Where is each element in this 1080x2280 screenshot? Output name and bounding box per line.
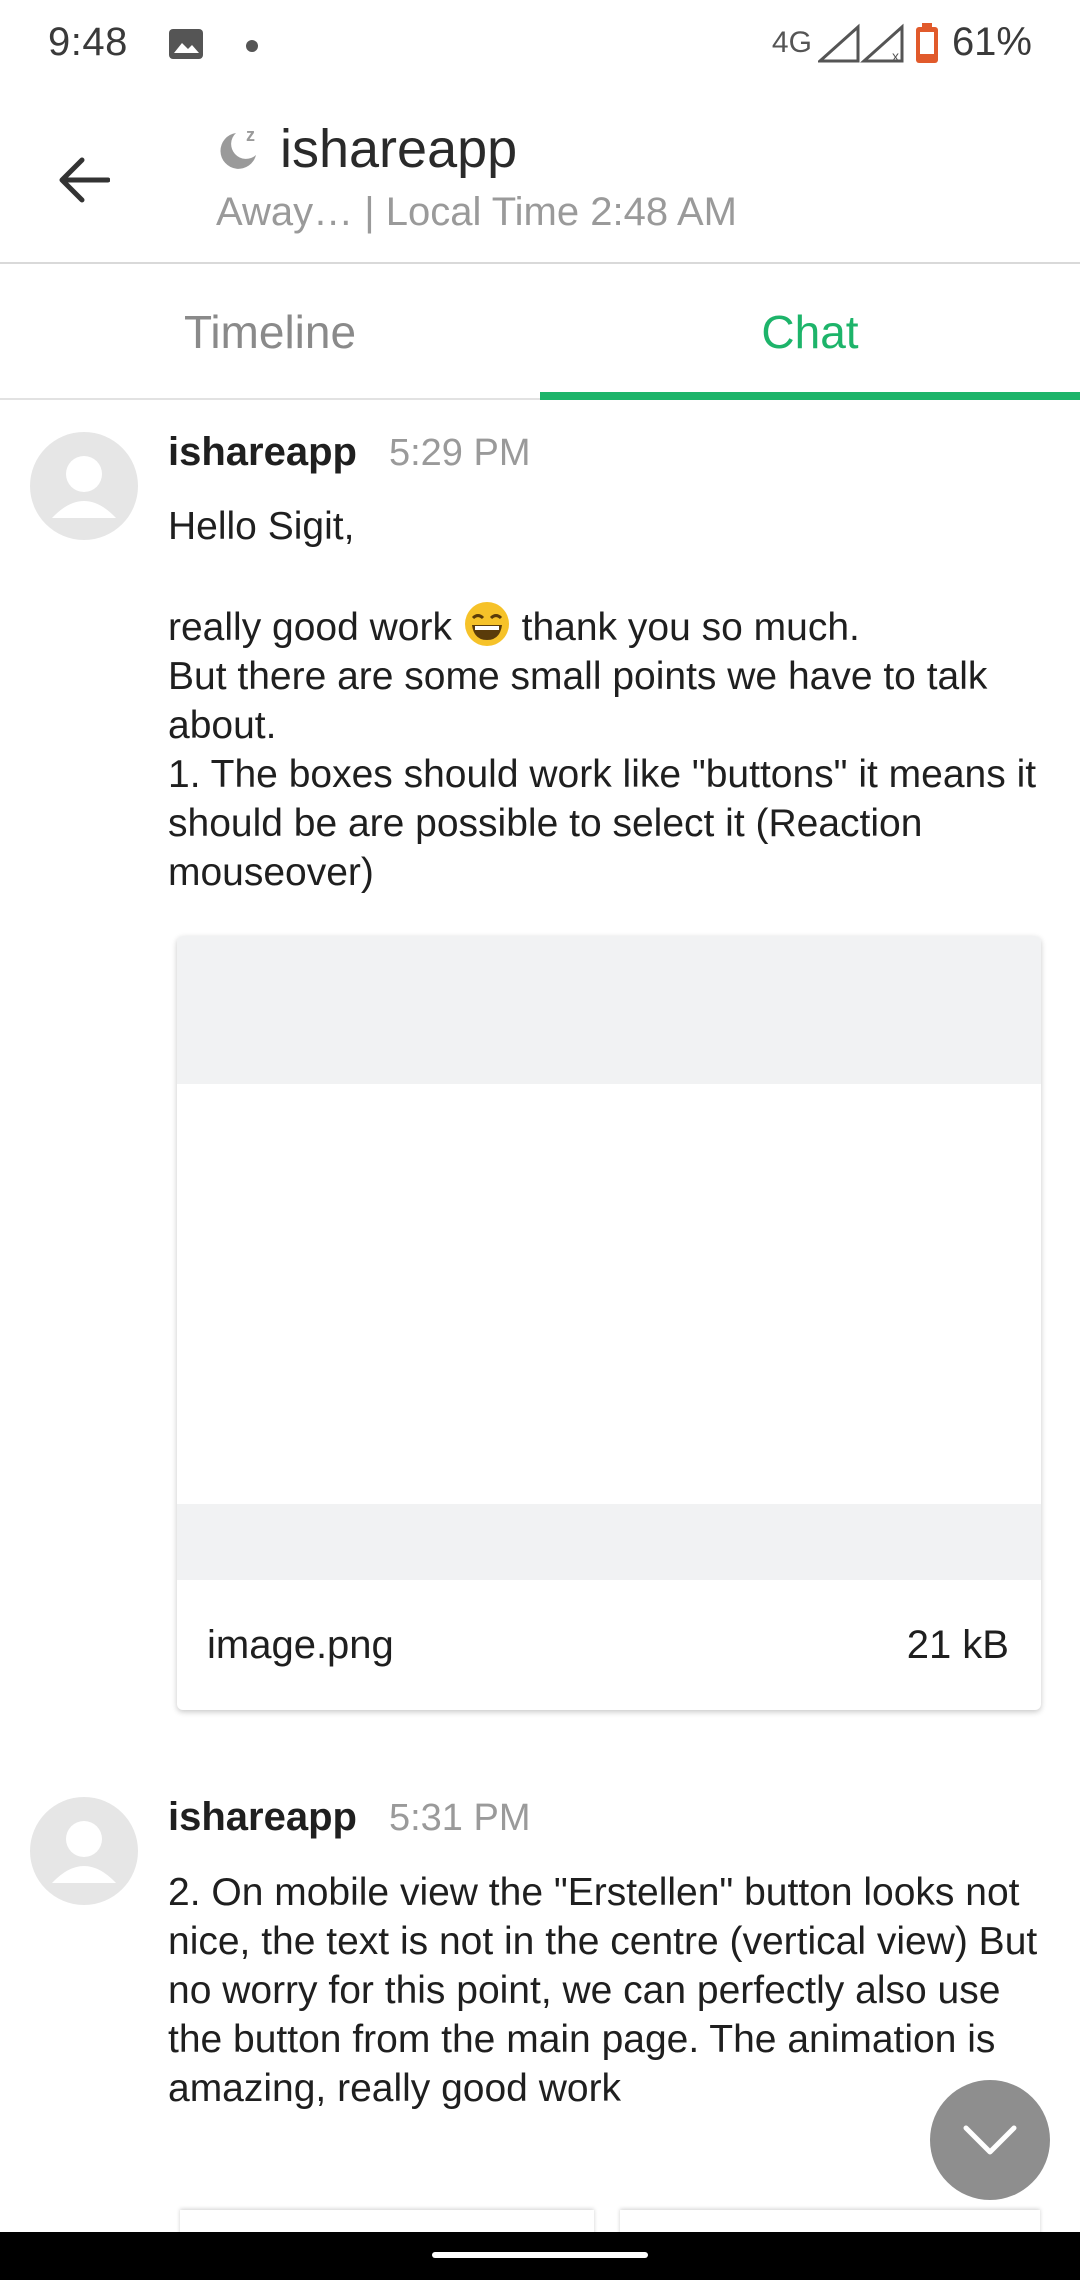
image-preview-top xyxy=(177,936,1041,1084)
message-header: ishareapp 5:29 PM xyxy=(168,430,531,475)
system-nav-bar xyxy=(0,2232,1080,2280)
status-bar: 9:48 4G x 61% xyxy=(0,0,1080,92)
attachment-footer: image.png 21 kB xyxy=(177,1580,1041,1710)
message-author[interactable]: ishareapp xyxy=(168,1795,357,1840)
user-icon xyxy=(52,456,116,518)
message-body: 2. On mobile view the "Erstellen" button… xyxy=(168,1868,1058,2113)
avatar[interactable] xyxy=(30,1797,138,1905)
message-text: really good work xyxy=(168,606,452,649)
svg-text:z: z xyxy=(246,125,255,145)
attachment-size: 21 kB xyxy=(906,1622,1009,1667)
tab-chat[interactable]: Chat xyxy=(540,266,1080,398)
message-line: really good work thank you so much. xyxy=(168,600,1058,652)
status-right: 4G x 61% xyxy=(772,20,1032,65)
image-preview-bottom xyxy=(177,1504,1041,1580)
message-body: Hello Sigit, really good work thank you … xyxy=(168,502,1058,897)
message-line: 1. The boxes should work like "buttons" … xyxy=(168,753,1037,894)
back-button[interactable] xyxy=(52,148,116,212)
active-tab-indicator xyxy=(540,392,1080,400)
chat-header: z ishareapp Away… | Local Time 2:48 AM xyxy=(0,92,1080,264)
svg-text:x: x xyxy=(892,48,899,63)
battery-percent: 61% xyxy=(951,20,1032,64)
message-time: 5:29 PM xyxy=(388,432,531,474)
home-gesture-handle[interactable] xyxy=(432,2252,648,2258)
network-icon: 4G xyxy=(771,25,812,59)
scroll-to-bottom-button[interactable] xyxy=(930,2080,1050,2200)
message-line: 2. On mobile view the "Erstellen" button… xyxy=(168,1871,1038,2110)
message-time: 5:31 PM xyxy=(388,1797,531,1839)
grinning-emoji-icon xyxy=(463,600,511,648)
image-preview[interactable] xyxy=(177,1084,1041,1504)
contact-status: Away… | Local Time 2:48 AM xyxy=(216,190,737,234)
contact-name[interactable]: ishareapp xyxy=(280,118,517,180)
moon-sleep-icon: z xyxy=(220,125,256,169)
message-author[interactable]: ishareapp xyxy=(168,430,357,475)
image-icon xyxy=(169,29,203,59)
status-time: 9:48 xyxy=(48,20,128,64)
arrow-left-icon xyxy=(59,157,110,203)
avatar[interactable] xyxy=(30,432,138,540)
message-line: Hello Sigit, xyxy=(168,505,355,548)
user-icon xyxy=(52,1821,116,1883)
header-title-row: z ishareapp xyxy=(214,118,517,180)
attachment-filename[interactable]: image.png xyxy=(207,1623,394,1668)
message-header: ishareapp 5:31 PM xyxy=(168,1795,531,1840)
signal-icon: x xyxy=(817,23,904,63)
tab-bar: Timeline Chat xyxy=(0,266,1080,400)
chevron-down-icon xyxy=(963,2125,1017,2155)
chat-screen: 9:48 4G x 61% z ishareapp Away… | Local … xyxy=(0,0,1080,2280)
dot-icon xyxy=(246,40,258,52)
battery-icon xyxy=(915,22,938,63)
message-text: thank you so much. xyxy=(521,606,860,649)
attachment-card[interactable]: image.png 21 kB xyxy=(177,936,1041,1710)
tab-timeline[interactable]: Timeline xyxy=(0,266,540,398)
message-line: But there are some small points we have … xyxy=(168,655,988,747)
